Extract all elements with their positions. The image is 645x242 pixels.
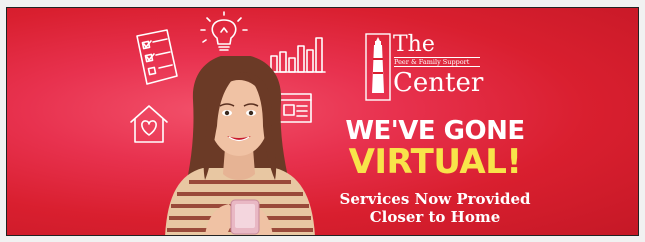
logo-title-line1: The xyxy=(393,32,435,57)
logo-subtitle: Peer & Family Support xyxy=(394,57,480,67)
smartphone-icon xyxy=(225,198,265,235)
banner: The Peer & Family Support Center WE'VE G… xyxy=(6,7,639,236)
lighthouse-icon xyxy=(365,33,391,101)
lightbulb-icon xyxy=(197,10,251,56)
center-logo: The Peer & Family Support Center xyxy=(365,32,484,103)
subheadline-line1: Services Now Provided xyxy=(339,190,531,208)
logo-title-line2: Center xyxy=(393,68,484,98)
headline-line2: VIRTUAL! xyxy=(348,142,522,182)
subheadline-line2: Closer to Home xyxy=(369,208,501,226)
